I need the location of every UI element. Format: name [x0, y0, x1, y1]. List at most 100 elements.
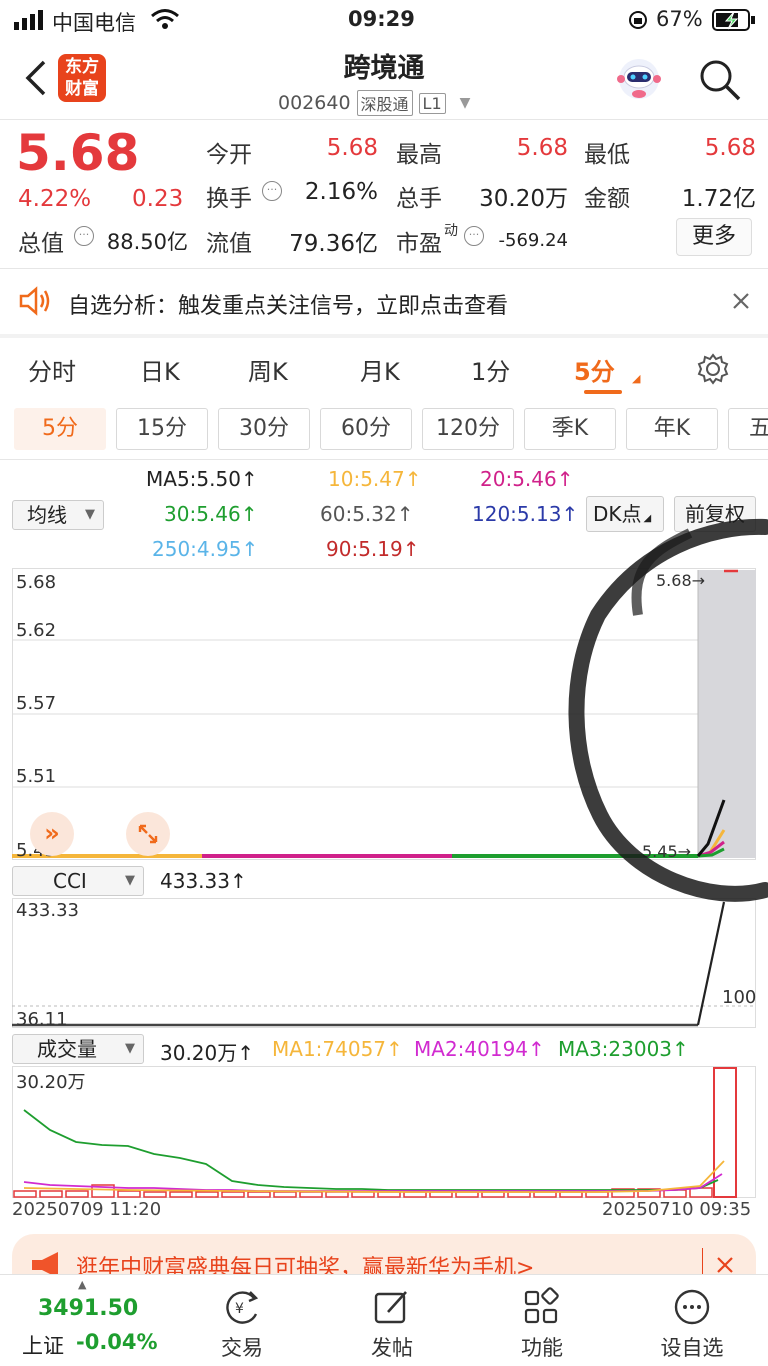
- cci-ref-label: 100: [722, 987, 757, 1008]
- chevron-down-icon: ▼: [125, 873, 135, 888]
- low-label: 最低: [584, 142, 630, 168]
- period-5min[interactable]: 5分: [14, 408, 106, 450]
- settings-icon[interactable]: [696, 352, 730, 386]
- open-value: 5.68: [326, 135, 378, 161]
- tab-daily-k[interactable]: 日K: [140, 352, 180, 387]
- wifi-icon: [151, 9, 179, 29]
- volume-max-label: 30.20万: [16, 1072, 86, 1093]
- battery-percent: 67%: [656, 7, 703, 31]
- more-button[interactable]: 更多: [676, 218, 752, 256]
- volume-ma3-line: [23, 1109, 719, 1191]
- nav-trade[interactable]: ¥ 交易: [200, 1276, 284, 1366]
- period-year-k[interactable]: 年K: [626, 408, 718, 450]
- caret-up-icon: ▲: [78, 1278, 87, 1291]
- low-value: 5.68: [704, 135, 756, 161]
- tab-underline: [584, 390, 622, 394]
- chevron-down-icon[interactable]: ▼: [460, 95, 471, 111]
- speaker-icon: [19, 286, 50, 316]
- cci-min-label: 36.11: [16, 1009, 68, 1030]
- volume-bars: [13, 1067, 737, 1198]
- stock-code-row[interactable]: 002640 深股通 L1 ▼: [278, 90, 470, 116]
- battery-icon: [712, 9, 755, 31]
- trade-icon: ¥: [226, 1291, 259, 1324]
- nav-functions[interactable]: 功能: [500, 1276, 584, 1366]
- index-change: -0.04%: [76, 1330, 158, 1354]
- stock-code: 002640: [278, 92, 351, 114]
- last-price: 5.68: [16, 124, 140, 182]
- robot-assistant-icon[interactable]: [614, 54, 664, 104]
- cci-value: 433.33↑: [160, 869, 247, 893]
- y-label: 5.57: [16, 693, 57, 714]
- amount-label: 金额: [584, 186, 630, 212]
- volume-value: 30.20万: [479, 186, 568, 212]
- tab-monthly-k[interactable]: 月K: [360, 352, 400, 387]
- tab-weekly-k[interactable]: 周K: [248, 352, 288, 387]
- close-icon[interactable]: [716, 1256, 734, 1274]
- volume-ma1: MA1:74057↑: [272, 1037, 403, 1061]
- tab-intraday[interactable]: 分时: [28, 352, 76, 387]
- market-tag: 深股通: [356, 90, 413, 116]
- hand-drawn-circle-annotation: [568, 518, 768, 902]
- period-60min[interactable]: 60分: [320, 408, 412, 450]
- change-amount: 0.23: [132, 186, 184, 212]
- close-icon[interactable]: [732, 292, 750, 310]
- nav-post[interactable]: 发帖: [350, 1276, 434, 1366]
- info-icon[interactable]: ···: [262, 181, 282, 201]
- index-name: 上证: [22, 1334, 64, 1358]
- ma5-value: MA5:5.50↑: [146, 467, 258, 491]
- alert-banner[interactable]: 自选分析：触发重点关注信号，立即点击查看: [0, 270, 768, 334]
- info-icon[interactable]: ···: [74, 226, 94, 246]
- ma10-value: 10:5.47↑: [328, 467, 422, 491]
- period-15min[interactable]: 15分: [116, 408, 208, 450]
- cci-max-label: 433.33: [16, 900, 79, 921]
- info-icon[interactable]: ···: [464, 226, 484, 246]
- clock: 09:29: [348, 7, 415, 31]
- indicator-selector[interactable]: CCI ▼: [12, 866, 144, 896]
- expand-sidebar-icon[interactable]: »: [30, 812, 74, 856]
- pe-superscript: 动: [444, 223, 458, 239]
- pe-value: -569.24: [498, 230, 568, 251]
- nav-add-watchlist[interactable]: 设自选: [650, 1276, 734, 1366]
- cci-plot: [12, 901, 756, 1027]
- search-icon[interactable]: [698, 58, 742, 102]
- ma90-value: 90:5.19↑: [326, 537, 420, 561]
- ma-selector[interactable]: 均线 ▼: [12, 500, 104, 530]
- grid-icon: [524, 1287, 559, 1324]
- y-label: 5.51: [16, 766, 57, 787]
- banner-text: 自选分析：触发重点关注信号，立即点击查看: [68, 294, 509, 319]
- more-icon: [674, 1289, 710, 1325]
- date-start-label: 20250709 11:20: [12, 1199, 162, 1220]
- ma250-value: 250:4.95↑: [152, 537, 259, 561]
- index-value: 3491.50: [38, 1296, 139, 1321]
- nav-header: 东方 财富 跨境通 002640 深股通 L1 ▼: [0, 40, 768, 118]
- ma20-value: 20:5.46↑: [480, 467, 574, 491]
- y-label: 5.62: [16, 620, 57, 641]
- mktcap-label: 总值: [18, 231, 64, 257]
- tab-5min[interactable]: 5分: [574, 352, 615, 387]
- period-quarter-k[interactable]: 季K: [524, 408, 616, 450]
- status-bar: 中国电信 09:29 67%: [0, 0, 768, 40]
- high-value: 5.68: [516, 135, 568, 161]
- volume-ma3: MA3:23003↑: [558, 1037, 689, 1061]
- signal-icon: [14, 10, 43, 30]
- chevron-down-icon: ▼: [125, 1041, 135, 1056]
- tab-1min[interactable]: 1分: [471, 352, 510, 387]
- period-more[interactable]: 五: [728, 408, 768, 450]
- date-end-label: 20250710 09:35: [602, 1199, 752, 1220]
- change-percent: 4.22%: [18, 186, 92, 212]
- volume-selector[interactable]: 成交量 ▼: [12, 1034, 144, 1064]
- volume-ma2: MA2:40194↑: [414, 1037, 545, 1061]
- turnover-label: 换手: [206, 186, 252, 212]
- period-30min[interactable]: 30分: [218, 408, 310, 450]
- y-label-max: 5.68: [16, 572, 57, 593]
- pe-label: 市盈: [396, 231, 442, 257]
- level-tag: L1: [418, 92, 446, 114]
- period-120min[interactable]: 120分: [422, 408, 514, 450]
- fullscreen-icon[interactable]: [126, 812, 170, 856]
- tab-dropdown-indicator: ◢: [632, 372, 641, 385]
- high-label: 最高: [396, 142, 442, 168]
- volume-value: 30.20万↑: [160, 1041, 255, 1065]
- float-label: 流值: [206, 231, 252, 257]
- svg-text:¥: ¥: [235, 1301, 244, 1317]
- open-label: 今开: [206, 142, 252, 168]
